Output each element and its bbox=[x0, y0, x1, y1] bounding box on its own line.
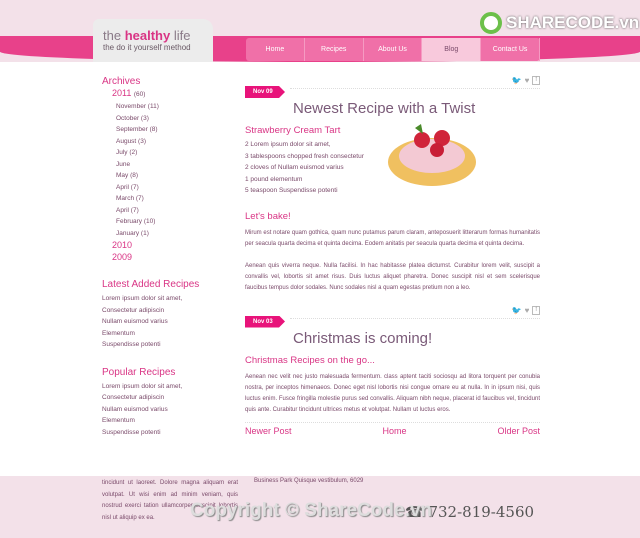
post-date: Nov 03 bbox=[245, 315, 285, 328]
year-count: (60) bbox=[133, 91, 146, 98]
popular-list: Lorem ipsum dolor sit amet, Consectetur a… bbox=[102, 381, 232, 439]
divider bbox=[290, 88, 540, 89]
nav-recipes[interactable]: Recipes bbox=[305, 38, 364, 61]
list-item[interactable]: March (7) bbox=[116, 193, 232, 205]
list-item[interactable]: February (10) bbox=[116, 216, 232, 228]
heart-icon[interactable]: ♥ bbox=[525, 306, 530, 315]
list-item[interactable]: November (11) bbox=[116, 101, 232, 113]
post-paragraph: Aenean nec velit nec justo malesuada fer… bbox=[245, 373, 540, 413]
list-item[interactable]: June bbox=[116, 159, 232, 171]
sharecode-logo: SHARECODE.vn bbox=[480, 12, 639, 34]
post-subtitle: Christmas Recipes on the go... bbox=[245, 354, 375, 366]
latest-list: Lorem ipsum dolor sit amet, Consectetur a… bbox=[102, 293, 232, 351]
list-item[interactable]: May (8) bbox=[116, 170, 232, 182]
list-item[interactable]: Lorem ipsum dolor sit amet, bbox=[102, 293, 232, 305]
year-2009[interactable]: 2009 bbox=[112, 251, 232, 263]
site-logo[interactable]: the healthy life the do it yourself meth… bbox=[93, 19, 213, 62]
list-item[interactable]: Suspendisse potenti bbox=[102, 427, 232, 439]
list-item[interactable]: April (7) bbox=[116, 182, 232, 194]
logo-text: life bbox=[170, 28, 191, 43]
heart-icon[interactable]: ♥ bbox=[525, 76, 530, 85]
popular-title: Popular Recipes bbox=[102, 366, 176, 378]
tart-image bbox=[388, 124, 476, 186]
pager: Newer Post Home Older Post bbox=[245, 421, 540, 436]
copyright-watermark: Copyright © ShareCode.vn bbox=[190, 500, 433, 521]
year-2011[interactable]: 2011 (60) bbox=[112, 87, 232, 101]
nav-blog[interactable]: Blog bbox=[422, 38, 482, 61]
list-item[interactable]: Elementum bbox=[102, 328, 232, 340]
post-date: Nov 09 bbox=[245, 86, 285, 98]
list-item[interactable]: Lorem ipsum dolor sit amet, bbox=[102, 381, 232, 393]
archives-title: Archives bbox=[102, 76, 141, 87]
nav-about[interactable]: About Us bbox=[364, 38, 423, 61]
list-item[interactable]: September (8) bbox=[116, 124, 232, 136]
phone-number: 732-819-4560 bbox=[428, 503, 535, 521]
list-item[interactable]: July (2) bbox=[116, 147, 232, 159]
post-title[interactable]: Christmas is coming! bbox=[293, 330, 540, 347]
nav-home[interactable]: Home bbox=[246, 38, 305, 61]
divider bbox=[290, 317, 540, 319]
month-list: November (11) October (3) September (8) Aug… bbox=[116, 101, 232, 239]
list-item[interactable]: Nullam euismod varius bbox=[102, 404, 232, 416]
main-nav: Home Recipes About Us Blog Contact Us bbox=[246, 38, 540, 61]
sharecode-text: SHARECODE.vn bbox=[506, 13, 640, 32]
list-item[interactable]: August (3) bbox=[116, 136, 232, 148]
list-item[interactable]: October (3) bbox=[116, 113, 232, 125]
sidebar: Archives 2011 (60) November (11) October … bbox=[102, 76, 232, 438]
section-heading: Let's bake! bbox=[245, 210, 291, 222]
main-content: Nov 09 🐦 ♥ f Newest Recipe with a Twist St… bbox=[245, 76, 540, 436]
list-item[interactable]: Consectetur adipiscin bbox=[102, 392, 232, 404]
list-item[interactable]: Elementum bbox=[102, 415, 232, 427]
list-item[interactable]: January (1) bbox=[116, 228, 232, 240]
post-paragraph: Aenean quis viverra neque. Nulla facilis… bbox=[245, 262, 540, 291]
list-item[interactable]: Suspendisse potenti bbox=[102, 339, 232, 351]
post-1: Nov 09 🐦 ♥ f Newest Recipe with a Twist St… bbox=[245, 76, 540, 294]
newer-post-link[interactable]: Newer Post bbox=[245, 426, 292, 436]
post-2: Nov 03 🐦 ♥ f Christmas is coming! Christma… bbox=[245, 305, 540, 416]
post-paragraph: Mirum est notare quam gothica, quam nunc… bbox=[245, 229, 540, 247]
twitter-icon[interactable]: 🐦 bbox=[512, 306, 522, 315]
logo-text: the bbox=[103, 28, 125, 43]
logo-tagline: the do it yourself method bbox=[103, 43, 191, 52]
older-post-link[interactable]: Older Post bbox=[497, 426, 540, 436]
post-title[interactable]: Newest Recipe with a Twist bbox=[293, 100, 540, 117]
home-link[interactable]: Home bbox=[382, 426, 406, 436]
list-item[interactable]: Consectetur adipiscin bbox=[102, 305, 232, 317]
facebook-icon[interactable]: f bbox=[532, 76, 540, 85]
year-2010[interactable]: 2010 bbox=[112, 239, 232, 251]
list-item[interactable]: Nullam euismod varius bbox=[102, 316, 232, 328]
nav-contact[interactable]: Contact Us bbox=[481, 38, 540, 61]
logo-bold: healthy bbox=[124, 28, 171, 43]
twitter-icon[interactable]: 🐦 bbox=[512, 76, 522, 85]
facebook-icon[interactable]: f bbox=[532, 305, 540, 315]
list-item[interactable]: April (7) bbox=[116, 205, 232, 217]
footer-address: Business Park Quisque vestibulum, 6029 bbox=[254, 478, 364, 484]
latest-title: Latest Added Recipes bbox=[102, 279, 200, 290]
sharecode-icon bbox=[480, 12, 502, 34]
year-label: 2011 bbox=[112, 88, 132, 98]
